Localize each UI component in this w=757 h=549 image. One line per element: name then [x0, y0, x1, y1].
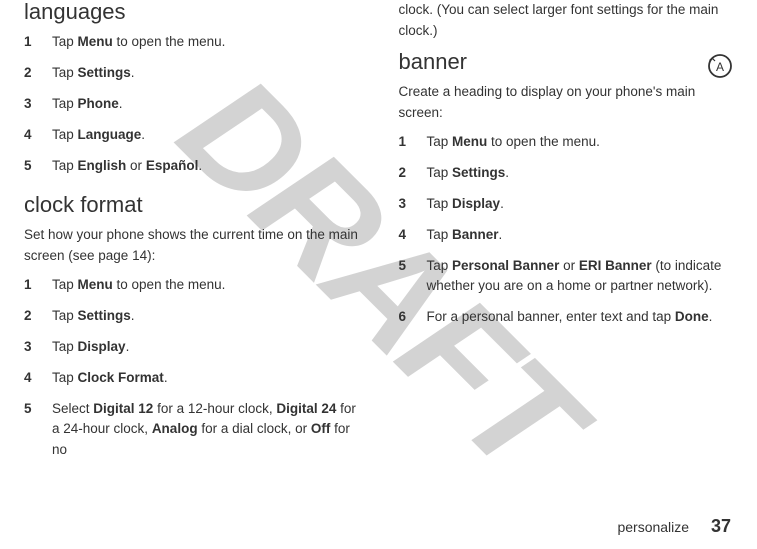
clock-format-steps: 1Tap Menu to open the menu. 2Tap Setting…: [24, 275, 359, 461]
step: 2Tap Settings.: [399, 163, 734, 184]
page-content: languages 1Tap Menu to open the menu. 2T…: [0, 0, 757, 549]
step: 3Tap Phone.: [24, 94, 359, 115]
step-number: 2: [399, 163, 427, 184]
step-text: Tap Language.: [52, 125, 359, 146]
step-text: Tap Phone.: [52, 94, 359, 115]
step: 1Tap Menu to open the menu.: [24, 32, 359, 53]
step: 2Tap Settings.: [24, 306, 359, 327]
step: 4Tap Clock Format.: [24, 368, 359, 389]
step-text: For a personal banner, enter text and ta…: [427, 307, 734, 328]
banner-intro: Create a heading to display on your phon…: [399, 82, 734, 124]
languages-section: languages 1Tap Menu to open the menu. 2T…: [24, 0, 359, 177]
step-text: Tap Menu to open the menu.: [427, 132, 734, 153]
banner-steps: 1Tap Menu to open the menu. 2Tap Setting…: [399, 132, 734, 328]
step-number: 1: [24, 32, 52, 53]
left-column: languages 1Tap Menu to open the menu. 2T…: [24, 0, 379, 549]
step-number: 5: [399, 256, 427, 277]
step-number: 1: [399, 132, 427, 153]
step-text: Tap Personal Banner or ERI Banner (to in…: [427, 256, 734, 298]
step-text: Tap Clock Format.: [52, 368, 359, 389]
right-column: clock. (You can select larger font setti…: [379, 0, 734, 549]
step-number: 2: [24, 63, 52, 84]
languages-heading: languages: [24, 0, 359, 24]
step-number: 2: [24, 306, 52, 327]
clock-format-heading: clock format: [24, 193, 359, 217]
step: 4Tap Language.: [24, 125, 359, 146]
step-number: 3: [24, 94, 52, 115]
clock-format-intro: Set how your phone shows the current tim…: [24, 225, 359, 267]
step: 5Select Digital 12 for a 12-hour clock, …: [24, 399, 359, 462]
clock-format-continuation: clock. (You can select larger font setti…: [399, 0, 734, 42]
step: 3Tap Display.: [399, 194, 734, 215]
step: 5Tap English or Español.: [24, 156, 359, 177]
svg-text:A: A: [716, 60, 724, 74]
step: 6For a personal banner, enter text and t…: [399, 307, 734, 328]
step-text: Tap Menu to open the menu.: [52, 32, 359, 53]
step-text: Tap Settings.: [52, 306, 359, 327]
step-number: 1: [24, 275, 52, 296]
step-text: Tap Settings.: [52, 63, 359, 84]
step: 1Tap Menu to open the menu.: [24, 275, 359, 296]
step-text: Tap Display.: [427, 194, 734, 215]
step-text: Tap Display.: [52, 337, 359, 358]
step: 3Tap Display.: [24, 337, 359, 358]
step: 2Tap Settings.: [24, 63, 359, 84]
step: 5Tap Personal Banner or ERI Banner (to i…: [399, 256, 734, 298]
step-number: 4: [24, 125, 52, 146]
step-text: Tap English or Español.: [52, 156, 359, 177]
step-text: Tap Banner.: [427, 225, 734, 246]
step: 1Tap Menu to open the menu.: [399, 132, 734, 153]
step-number: 6: [399, 307, 427, 328]
step-number: 5: [24, 156, 52, 177]
step-text: Tap Menu to open the menu.: [52, 275, 359, 296]
step-text: Tap Settings.: [427, 163, 734, 184]
banner-heading: banner: [399, 50, 734, 74]
step: 4Tap Banner.: [399, 225, 734, 246]
step-text: Select Digital 12 for a 12-hour clock, D…: [52, 399, 359, 462]
step-number: 5: [24, 399, 52, 420]
languages-steps: 1Tap Menu to open the menu. 2Tap Setting…: [24, 32, 359, 177]
feature-icon: A: [707, 53, 733, 79]
step-number: 4: [24, 368, 52, 389]
step-number: 3: [399, 194, 427, 215]
step-number: 3: [24, 337, 52, 358]
step-number: 4: [399, 225, 427, 246]
banner-section: A banner Create a heading to display on …: [399, 50, 734, 328]
clock-format-section: clock format Set how your phone shows th…: [24, 193, 359, 461]
